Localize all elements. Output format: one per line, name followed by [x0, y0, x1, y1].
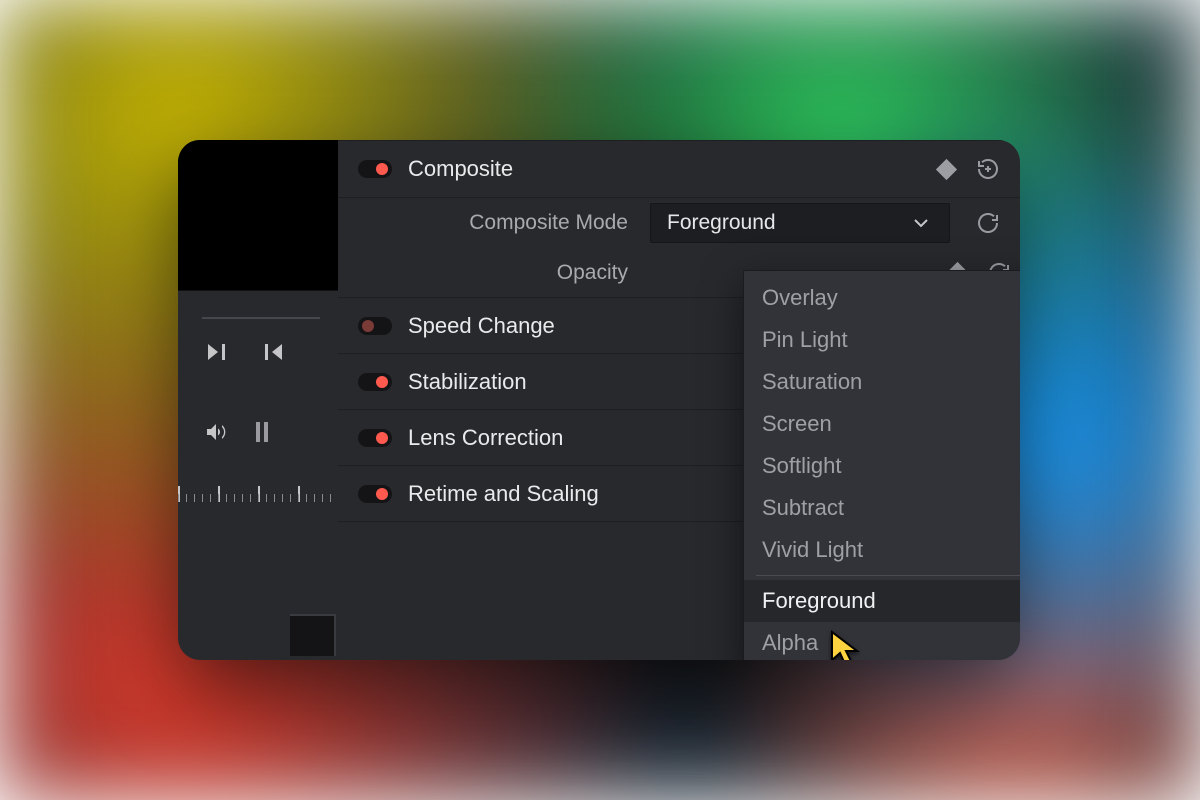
reset-icon[interactable] — [976, 211, 1000, 235]
timeline-ruler[interactable] — [178, 482, 338, 504]
level-meter-icon — [256, 422, 268, 442]
menu-item[interactable]: Saturation — [744, 361, 1020, 403]
select-value: Foreground — [667, 211, 776, 235]
prev-icon[interactable] — [262, 340, 286, 364]
speaker-icon[interactable] — [204, 420, 228, 444]
inspector-body: Composite Composite Mode Foreground — [338, 140, 1020, 660]
section-label: Speed Change — [408, 313, 555, 339]
cursor-icon — [828, 630, 864, 660]
audio-controls — [204, 420, 268, 444]
chevron-down-icon — [909, 211, 933, 235]
toggle-stabilization[interactable] — [358, 373, 392, 391]
section-label: Stabilization — [408, 369, 527, 395]
prop-label: Composite Mode — [408, 211, 650, 235]
section-label: Lens Correction — [408, 425, 563, 451]
prop-label: Opacity — [408, 261, 650, 285]
reset-add-icon[interactable] — [976, 157, 1000, 181]
timeline-slot — [290, 614, 336, 656]
toggle-composite[interactable] — [358, 160, 392, 178]
next-icon[interactable] — [204, 340, 228, 364]
menu-item[interactable]: Vivid Light — [744, 529, 1020, 571]
menu-item[interactable]: Subtract — [744, 487, 1020, 529]
divider — [202, 317, 320, 319]
toggle-retime-scaling[interactable] — [358, 485, 392, 503]
inspector-panel: Composite Composite Mode Foreground — [178, 140, 1020, 660]
menu-item[interactable]: Pin Light — [744, 319, 1020, 361]
preview-area — [178, 140, 338, 291]
section-composite[interactable]: Composite — [338, 140, 1020, 198]
menu-item[interactable]: Overlay — [744, 277, 1020, 319]
left-sidebar — [178, 140, 338, 660]
menu-divider — [756, 575, 1020, 576]
menu-item[interactable]: Screen — [744, 403, 1020, 445]
transport-controls — [204, 340, 286, 364]
composite-mode-select[interactable]: Foreground — [650, 203, 950, 243]
composite-mode-dropdown[interactable]: OverlayPin LightSaturationScreenSoftligh… — [743, 270, 1020, 660]
section-label: Composite — [408, 156, 513, 182]
menu-item[interactable]: Alpha — [744, 622, 1020, 660]
keyframe-diamond-icon[interactable] — [936, 158, 957, 179]
toggle-speed-change[interactable] — [358, 317, 392, 335]
section-label: Retime and Scaling — [408, 481, 599, 507]
menu-item[interactable]: Softlight — [744, 445, 1020, 487]
menu-item[interactable]: Foreground — [744, 580, 1020, 622]
prop-composite-mode: Composite Mode Foreground — [338, 198, 1020, 248]
toggle-lens-correction[interactable] — [358, 429, 392, 447]
